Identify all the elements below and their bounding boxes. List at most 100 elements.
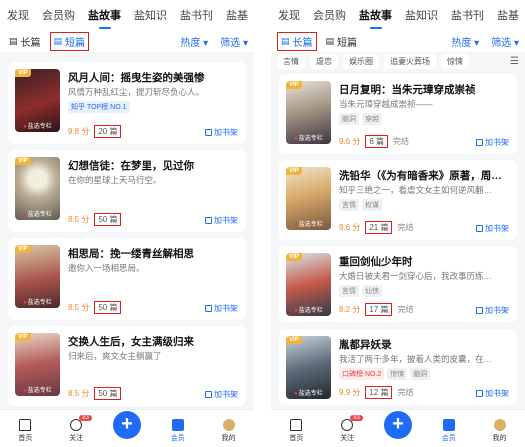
nav-me[interactable]: 我的 (209, 419, 249, 443)
vip-icon (171, 419, 184, 431)
nav-follow[interactable]: 83 关注 (56, 415, 96, 443)
tab-salt-story[interactable]: 盐故事 (359, 7, 392, 29)
tab-salt-knowledge[interactable]: 盐知识 (405, 7, 438, 23)
add-shelf-button[interactable]: 加书架 (205, 127, 238, 138)
chip-long-label: 长篇 (292, 37, 313, 49)
book-score: 9.6 分 (339, 223, 361, 232)
top-nav: 发现 会员购 盐故事 盐知识 盐书刊 盐基 (0, 0, 254, 30)
book-card[interactable]: VIP盐选专栏 重回剑仙少年时 大婚日被夫君一剑穿心后，我改事历练… 言情仙侠 … (279, 246, 517, 322)
book-cover: VIP盐选专栏 (286, 167, 331, 230)
notification-badge: 83 (350, 415, 363, 421)
genre-tags: 言情 虐恋 娱乐圈 追妻火葬场 惊悚 ☰ (271, 52, 525, 70)
nav-me-label: 我的 (492, 435, 507, 442)
add-shelf-button[interactable]: 加书架 (205, 389, 238, 400)
book-count: 12 篇 (365, 386, 393, 399)
sort-dropdown[interactable]: 热度 ▾ (451, 34, 479, 49)
book-count: 50 篇 (94, 301, 122, 314)
tab-member-shop[interactable]: 会员购 (313, 7, 346, 23)
book-card[interactable]: VIP盐选专栏 幻想信徒：在梦里，见过你 在你的星球上天马行空。 8.5 分 50… (8, 150, 246, 232)
book-desc: 在你的星球上天马行空。 (68, 175, 162, 185)
book-desc: 邀你入一场相思局。 (68, 263, 145, 273)
book-count: 6 篇 (365, 135, 389, 148)
book-status: 完结 (397, 223, 414, 232)
nav-follow[interactable]: 83 关注 (327, 415, 367, 443)
add-shelf-button[interactable]: 加书架 (205, 303, 238, 314)
chip-long[interactable]: ▤ 长篇 (277, 31, 317, 51)
genre-tag[interactable]: 追妻火葬场 (384, 53, 436, 69)
add-shelf-button[interactable]: 加书架 (476, 305, 509, 316)
book-desc: 归来后，爽文女主躺赢了 (68, 351, 162, 361)
book-card[interactable]: VIP盐选专栏 日月复明：当朱元璋穿成崇祯 当朱元璋穿越成崇祯—— 脑洞穿越 9… (279, 74, 517, 154)
nav-home-label: 首页 (289, 435, 304, 442)
create-button[interactable]: + (107, 411, 147, 443)
tab-salt-knowledge[interactable]: 盐知识 (134, 7, 167, 23)
add-shelf-label: 加书架 (485, 306, 509, 315)
create-button[interactable]: + (378, 411, 418, 443)
chip-short-label: 短篇 (65, 37, 86, 49)
book-cover: VIP盐选专栏 (15, 245, 60, 308)
home-icon (19, 419, 32, 431)
tab-discover[interactable]: 发现 (278, 7, 300, 23)
avatar (222, 419, 235, 431)
sort-dropdown[interactable]: 热度 ▾ (180, 34, 208, 49)
tab-salt-story[interactable]: 盐故事 (88, 7, 121, 29)
book-score: 8.5 分 (68, 389, 90, 398)
book-title: 胤都异妖录 (339, 339, 392, 351)
add-shelf-label: 加书架 (214, 304, 238, 313)
left-screen: 发现 会员购 盐故事 盐知识 盐书刊 盐基 ▤ 长篇 ▤ 短篇 热度 ▾ 筛选 ▾ … (0, 0, 254, 447)
tab-member-shop[interactable]: 会员购 (42, 7, 75, 23)
book-card[interactable]: VIP盐选专栏 风月人间：摇曳生姿的美强惨 风情万种乱红尘，提刀斩尽负心人。 知… (8, 62, 246, 144)
nav-home[interactable]: 首页 (5, 419, 45, 443)
add-shelf-button[interactable]: 加书架 (205, 215, 238, 226)
book-card[interactable]: VIP盐选专栏 胤都异妖录 我活了两千多年，披着人类的皮囊，在… 口碑榜 NO.… (279, 329, 517, 405)
tab-salt-base[interactable]: 盐基 (497, 7, 519, 23)
book-card[interactable]: VIP盐选专栏 相思局：挽一缕青丝解相思 邀你入一场相思局。 8.5 分 50 篇… (8, 238, 246, 320)
more-tags-icon[interactable]: ☰ (510, 56, 519, 67)
book-score: 9.6 分 (339, 137, 361, 146)
nav-vip-label: 会员 (441, 435, 456, 442)
tab-salt-magazine[interactable]: 盐书刊 (451, 7, 484, 23)
nav-vip-label: 会员 (170, 435, 185, 442)
nav-vip[interactable]: 会员 (429, 419, 469, 443)
genre-tag[interactable]: 惊悚 (441, 53, 469, 69)
filter-bar: ▤ 长篇 ▤ 短篇 热度 ▾ 筛选 ▾ (271, 30, 525, 52)
nav-vip[interactable]: 会员 (158, 419, 198, 443)
add-shelf-label: 加书架 (485, 389, 509, 398)
book-card[interactable]: VIP盐选专栏 洗铅华（《为有暗香来》原著，周… 知乎三绝之一，看虐文女主如何逆… (279, 160, 517, 240)
nav-me[interactable]: 我的 (480, 419, 520, 443)
document-icon: ▤ (281, 35, 290, 46)
plus-icon: + (383, 411, 412, 439)
genre-badge: 仙侠 (362, 285, 382, 297)
book-cover: VIP盐选专栏 (15, 157, 60, 220)
add-shelf-button[interactable]: 加书架 (476, 137, 509, 148)
chip-long[interactable]: ▤ 长篇 (6, 33, 44, 50)
filter-dropdown[interactable]: 筛选 ▾ (220, 34, 248, 49)
plus-icon: + (112, 411, 141, 439)
book-desc: 大婚日被夫君一剑穿心后，我改事历练… (339, 271, 493, 281)
top-nav: 发现 会员购 盐故事 盐知识 盐书刊 盐基 (271, 0, 525, 30)
add-shelf-label: 加书架 (214, 128, 238, 137)
book-desc: 我活了两千多年，披着人类的皮囊，在… (339, 354, 493, 364)
add-shelf-button[interactable]: 加书架 (476, 223, 509, 234)
chip-short[interactable]: ▤ 短篇 (49, 31, 90, 51)
bookshelf-icon (476, 307, 483, 314)
book-score: 8.5 分 (68, 215, 90, 224)
document-icon: ▤ (9, 35, 18, 46)
genre-tag[interactable]: 娱乐圈 (343, 53, 379, 69)
filter-dropdown[interactable]: 筛选 ▾ (491, 34, 519, 49)
chip-short[interactable]: ▤ 短篇 (323, 33, 361, 50)
tab-discover[interactable]: 发现 (7, 7, 29, 23)
genre-tag[interactable]: 言情 (277, 53, 305, 69)
add-shelf-button[interactable]: 加书架 (476, 388, 509, 399)
genre-tag[interactable]: 虐恋 (310, 53, 338, 69)
book-desc: 知乎三绝之一，看虐文女主如何逆风翻… (339, 185, 493, 195)
book-count: 50 篇 (94, 387, 122, 400)
tab-salt-base[interactable]: 盐基 (226, 7, 248, 23)
book-card[interactable]: VIP盐选专栏 交换人生后，女主满级归来 归来后，爽文女主躺赢了 8.5 分 50… (8, 326, 246, 406)
bookshelf-icon (476, 390, 483, 397)
tab-salt-magazine[interactable]: 盐书刊 (180, 7, 213, 23)
filter-bar: ▤ 长篇 ▤ 短篇 热度 ▾ 筛选 ▾ (0, 30, 254, 52)
book-cover: VIP盐选专栏 (15, 69, 60, 132)
book-score: 8.5 分 (68, 303, 90, 312)
nav-home[interactable]: 首页 (276, 419, 316, 443)
